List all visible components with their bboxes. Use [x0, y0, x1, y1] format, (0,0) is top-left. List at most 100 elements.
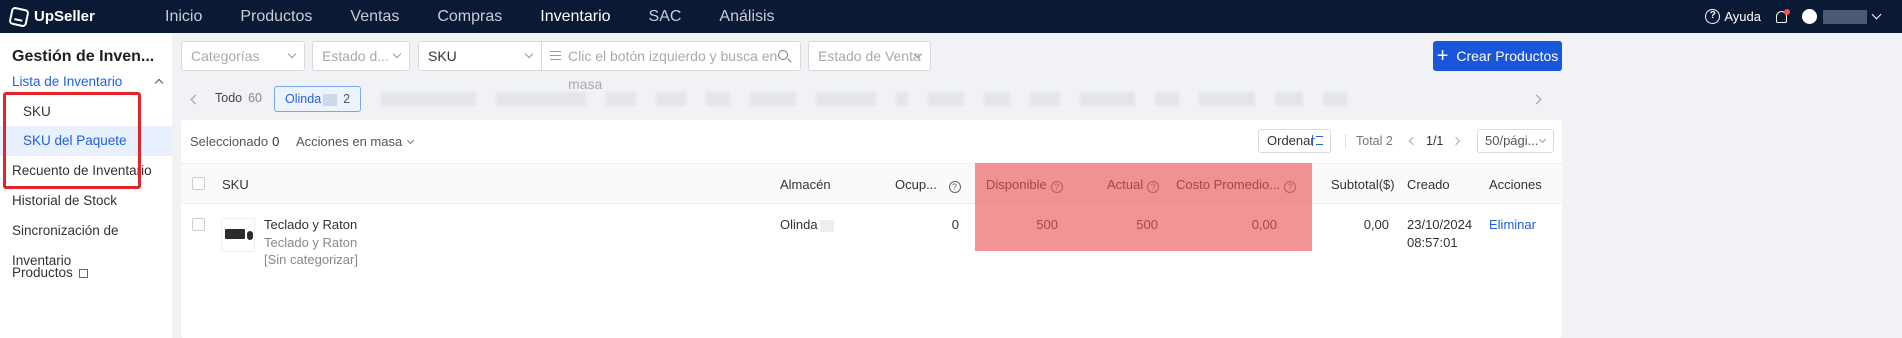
sidebar-title: Gestión de Inven... [12, 48, 155, 65]
product-sku: Teclado y Raton [264, 235, 358, 250]
sidebar-item-sincronizacion[interactable]: Sincronización de Inventario [0, 216, 172, 268]
occupied-value: 0 [951, 217, 959, 232]
redacted-text [323, 93, 338, 106]
selected-count: Seleccionado 0 [190, 134, 279, 149]
blurred-tab[interactable] [928, 92, 965, 106]
mouse-image [247, 231, 253, 240]
tab-todo[interactable]: Todo 60 [215, 86, 262, 112]
next-page-icon[interactable] [1451, 136, 1461, 146]
blurred-tab[interactable] [656, 92, 687, 106]
app-logo[interactable]: UpSeller [8, 5, 130, 28]
sidebar-item-productos[interactable]: Productos [0, 258, 172, 288]
product-name[interactable]: Teclado y Raton [264, 217, 357, 232]
product-category: [Sin categorizar] [264, 252, 358, 267]
delete-link[interactable]: Eliminar [1489, 217, 1536, 232]
blurred-tab[interactable] [706, 92, 731, 106]
col-costo-promedio: Costo Promedio...? [1176, 177, 1297, 193]
nav-item-inventario[interactable]: Inventario [521, 0, 629, 33]
search-type-value: SKU [428, 48, 457, 64]
available-value: 500 [1036, 217, 1058, 232]
sidebar-item-sku[interactable]: SKU [0, 97, 172, 127]
blurred-tab[interactable] [816, 92, 877, 106]
blurred-tab[interactable] [984, 92, 1011, 106]
prev-page-icon[interactable] [1408, 136, 1418, 146]
chevron-down-icon [524, 49, 534, 59]
nav-item-ventas[interactable]: Ventas [331, 0, 418, 33]
redacted-text [819, 219, 834, 232]
create-products-button[interactable]: + Crear Productos [1433, 41, 1562, 71]
tabs-scroll-right-icon[interactable] [1531, 94, 1542, 104]
col-almacen: Almacén [780, 177, 831, 192]
sidebar-item-recuento[interactable]: Recuento de Inventario [0, 156, 172, 186]
col-ocupado: Ocup... ? [895, 177, 961, 193]
product-thumbnail[interactable] [221, 218, 255, 252]
blurred-tab[interactable] [896, 92, 909, 106]
row-checkbox[interactable] [192, 218, 205, 231]
col-creado: Creado [1407, 177, 1450, 192]
create-products-label: Crear Productos [1456, 48, 1559, 64]
tab-olinda[interactable]: Olinda 2 [274, 86, 362, 112]
table-row: Teclado y Raton Teclado y Raton [Sin cat… [181, 205, 1562, 338]
blurred-tab[interactable] [750, 92, 797, 106]
page-size-value: 50/pági... [1485, 133, 1539, 148]
blurred-tab[interactable] [1080, 92, 1136, 106]
nav-item-sac[interactable]: SAC [630, 0, 701, 33]
search-icon[interactable] [778, 50, 788, 60]
nav-item-analisis[interactable]: Análisis [700, 0, 793, 33]
categories-select[interactable]: Categorías [181, 41, 305, 71]
col-ocupado-label: Ocup... [895, 177, 937, 192]
warehouse-name: Olinda [780, 217, 834, 232]
blurred-tab[interactable] [1155, 92, 1180, 106]
help-icon[interactable]: ? [1050, 181, 1063, 193]
plus-icon: + [1436, 45, 1449, 67]
col-disponible: Disponible? [986, 177, 1063, 193]
notification-dot [1784, 8, 1790, 15]
external-link-icon [78, 269, 88, 278]
upseller-logo-icon [8, 5, 30, 28]
nav-item-productos[interactable]: Productos [221, 0, 331, 33]
status-select[interactable]: Estado d... [312, 41, 410, 71]
chevron-down-icon [1871, 9, 1882, 20]
blurred-tab[interactable] [1030, 92, 1061, 106]
blurred-tab[interactable] [496, 92, 587, 106]
select-all-checkbox[interactable] [192, 177, 205, 190]
search-type-select[interactable]: SKU [418, 41, 542, 71]
chevron-down-icon [407, 136, 415, 145]
user-avatar-icon [1802, 9, 1817, 24]
nav-item-inicio[interactable]: Inicio [146, 0, 221, 33]
nav-item-compras[interactable]: Compras [418, 0, 521, 33]
notification-bell-icon[interactable] [1775, 8, 1790, 24]
chevron-up-icon [154, 78, 164, 88]
help-link[interactable]: ? Ayuda [1705, 9, 1761, 24]
blurred-tab[interactable] [381, 92, 477, 106]
help-icon[interactable]: ? [1147, 181, 1160, 193]
search-input[interactable]: Clic el botón izquierdo y busca en masa [542, 41, 801, 92]
bulk-actions-dropdown[interactable]: Acciones en masa [296, 134, 415, 149]
page-size-select[interactable]: 50/pági... [1477, 129, 1554, 153]
sort-icon [1312, 135, 1323, 146]
sidebar-item-historial[interactable]: Historial de Stock [0, 186, 172, 216]
help-icon[interactable]: ? [948, 181, 961, 193]
status-placeholder: Estado d... [322, 48, 389, 64]
help-icon[interactable]: ? [1284, 181, 1297, 193]
sale-status-select[interactable]: Estado de Venta [808, 41, 931, 71]
sidebar-item-sku-paquete[interactable]: SKU del Paquete [0, 126, 172, 156]
col-subtotal: Subtotal($) [1331, 177, 1395, 192]
blurred-tab[interactable] [1323, 92, 1348, 106]
selected-label: Seleccionado [190, 134, 269, 149]
blurred-tab[interactable] [1275, 92, 1304, 106]
chevron-down-icon [1538, 135, 1547, 144]
blurred-tab[interactable] [1199, 92, 1256, 106]
sort-button[interactable]: Ordenar [1258, 129, 1331, 153]
created-time: 08:57:01 [1407, 235, 1458, 250]
user-menu[interactable] [1802, 9, 1882, 24]
chevron-down-icon [392, 49, 402, 59]
blurred-tab[interactable] [606, 92, 637, 106]
created-date: 23/10/2024 [1407, 217, 1473, 232]
tab-todo-label: Todo [215, 91, 243, 105]
tabs-scroll-left-icon[interactable] [190, 94, 201, 104]
keyboard-image [225, 229, 245, 239]
bulk-actions-label: Acciones en masa [296, 134, 403, 149]
sidebar-group-lista-inventario[interactable]: Lista de Inventario [0, 67, 172, 97]
main-nav: Inicio Productos Ventas Compras Inventar… [146, 0, 794, 33]
